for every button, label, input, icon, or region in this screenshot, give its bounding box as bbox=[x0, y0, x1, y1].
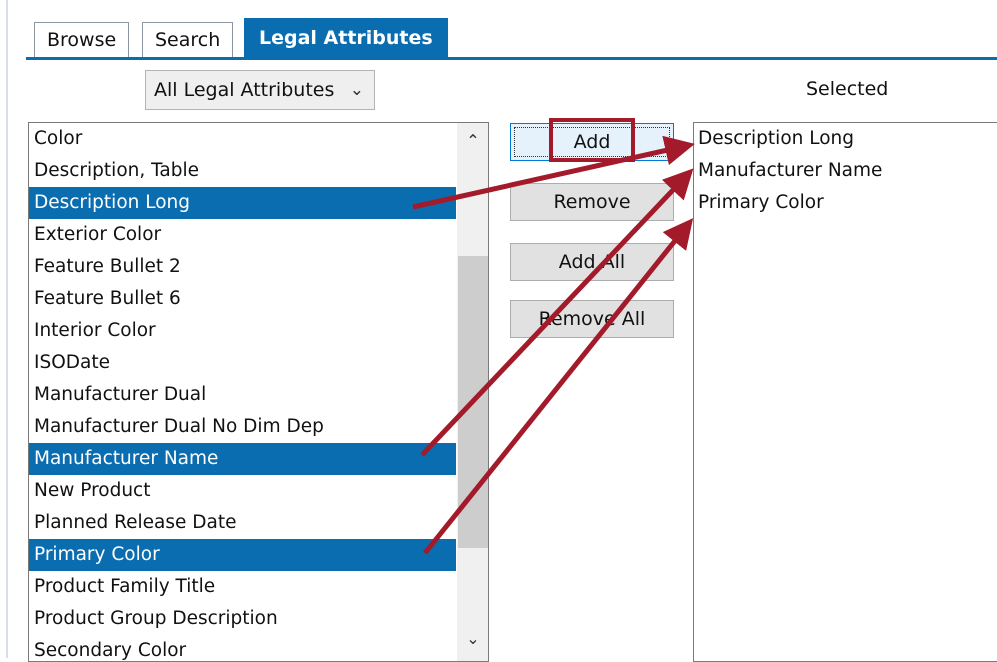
selected-list-item[interactable]: Primary Color bbox=[694, 187, 824, 219]
list-item[interactable]: Product Group Description bbox=[29, 603, 456, 635]
list-item[interactable]: Planned Release Date bbox=[29, 507, 456, 539]
left-divider bbox=[6, 0, 8, 658]
scroll-down-icon[interactable]: ⌄ bbox=[457, 623, 488, 655]
list-item[interactable]: New Product bbox=[29, 475, 456, 507]
list-item[interactable]: Description, Table bbox=[29, 155, 456, 187]
remove-all-button[interactable]: Remove All bbox=[510, 300, 674, 338]
attribute-filter-dropdown[interactable]: All Legal Attributes ⌄ bbox=[145, 70, 375, 110]
list-scrollbar[interactable]: ⌃ ⌄ bbox=[457, 123, 488, 661]
tab-legal-attributes[interactable]: Legal Attributes bbox=[244, 18, 448, 58]
list-item[interactable]: Feature Bullet 2 bbox=[29, 251, 456, 283]
list-item[interactable]: Exterior Color bbox=[29, 219, 456, 251]
add-button-highlight-box bbox=[549, 118, 635, 162]
selected-list-item[interactable]: Manufacturer Name bbox=[694, 155, 882, 187]
list-item[interactable]: Primary Color bbox=[29, 539, 456, 571]
chevron-down-icon: ⌄ bbox=[349, 80, 364, 100]
list-item[interactable]: Manufacturer Name bbox=[29, 443, 456, 475]
list-item[interactable]: Product Family Title bbox=[29, 571, 456, 603]
list-item[interactable]: Feature Bullet 6 bbox=[29, 283, 456, 315]
tab-underline bbox=[26, 57, 997, 60]
selected-attributes-list[interactable]: Description Long Manufacturer Name Primary… bbox=[693, 122, 997, 662]
scrollbar-thumb[interactable] bbox=[458, 256, 488, 548]
available-attributes-list[interactable]: Color Description, Table Description Long E… bbox=[28, 122, 489, 662]
list-item[interactable]: Description Long bbox=[29, 187, 456, 219]
tab-search[interactable]: Search bbox=[142, 22, 234, 58]
scroll-up-icon[interactable]: ⌃ bbox=[457, 125, 488, 157]
add-all-button[interactable]: Add All bbox=[510, 243, 674, 281]
list-item[interactable]: Interior Color bbox=[29, 315, 456, 347]
list-item[interactable]: Manufacturer Dual No Dim Dep bbox=[29, 411, 456, 443]
list-item[interactable]: ISODate bbox=[29, 347, 456, 379]
tab-browse[interactable]: Browse bbox=[34, 22, 130, 58]
selected-list-item[interactable]: Description Long bbox=[694, 123, 854, 155]
selected-list-title: Selected bbox=[806, 78, 889, 100]
list-item[interactable]: Manufacturer Dual bbox=[29, 379, 456, 411]
list-item[interactable]: Color bbox=[29, 123, 456, 155]
remove-button[interactable]: Remove bbox=[510, 183, 674, 221]
attribute-filter-value: All Legal Attributes bbox=[154, 79, 335, 101]
